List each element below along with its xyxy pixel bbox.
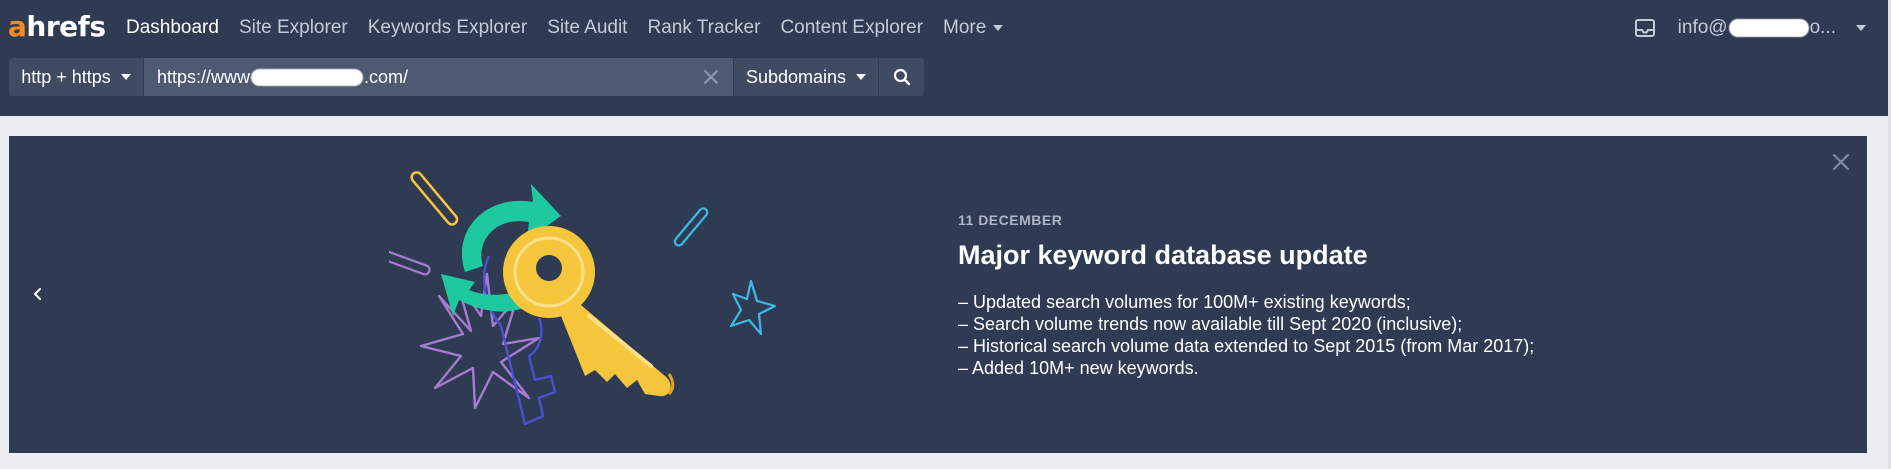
nav-content-explorer[interactable]: Content Explorer: [780, 17, 923, 39]
announcement-list: – Updated search volumes for 100M+ exist…: [958, 291, 1658, 379]
list-item: – Historical search volume data extended…: [958, 336, 1535, 356]
nav-rank-tracker[interactable]: Rank Tracker: [647, 17, 760, 39]
ahrefs-logo[interactable]: ahrefs: [8, 10, 106, 44]
search-icon: [893, 68, 910, 86]
nav-keywords-explorer[interactable]: Keywords Explorer: [368, 17, 527, 39]
chevron-down-icon: [993, 24, 1004, 31]
announcement-banner: 11 DECEMBER Major keyword database updat…: [9, 136, 1867, 453]
account-menu[interactable]: info@ o...: [1678, 17, 1866, 39]
key-illustration: [389, 171, 777, 426]
nav-right: info@ o...: [1634, 0, 1866, 56]
nav-more[interactable]: More: [943, 17, 1004, 39]
chevron-left-icon[interactable]: [29, 283, 45, 305]
announcement-content: 11 DECEMBER Major keyword database updat…: [958, 212, 1658, 379]
chevron-down-icon: [120, 74, 131, 80]
url-input[interactable]: https://www .com/: [144, 58, 734, 96]
site-search-bar: http + https https://www .com/ Subdomain…: [9, 58, 924, 96]
search-button[interactable]: [879, 58, 924, 96]
mode-value: Subdomains: [745, 66, 847, 87]
redacted-email: [1728, 19, 1809, 37]
url-suffix: .com/: [364, 66, 409, 87]
close-icon[interactable]: [702, 68, 720, 86]
account-email-prefix: info@: [1677, 17, 1728, 38]
announcement-date: 11 DECEMBER: [958, 212, 1063, 228]
close-icon[interactable]: [1831, 152, 1851, 172]
inbox-icon[interactable]: [1634, 17, 1656, 39]
chevron-down-icon: [1856, 25, 1866, 31]
url-prefix: https://www: [157, 66, 251, 87]
nav-site-explorer[interactable]: Site Explorer: [239, 17, 348, 39]
redacted-domain: [251, 68, 364, 86]
account-email-suffix: o...: [1809, 17, 1836, 38]
announcement-title: Major keyword database update: [958, 240, 1368, 270]
protocol-value: http + https: [21, 66, 111, 87]
mode-select[interactable]: Subdomains: [734, 58, 879, 96]
nav-site-audit[interactable]: Site Audit: [547, 17, 627, 39]
main-nav: Dashboard Site Explorer Keywords Explore…: [126, 0, 1023, 56]
top-header: ahrefs Dashboard Site Explorer Keywords …: [0, 0, 1888, 116]
list-item: – Added 10M+ new keywords.: [958, 358, 1199, 378]
nav-more-label: More: [943, 17, 987, 38]
protocol-select[interactable]: http + https: [9, 58, 144, 96]
chevron-down-icon: [856, 74, 867, 80]
list-item: – Search volume trends now available til…: [958, 314, 1463, 334]
list-item: – Updated search volumes for 100M+ exist…: [958, 292, 1411, 312]
nav-dashboard[interactable]: Dashboard: [126, 17, 219, 39]
